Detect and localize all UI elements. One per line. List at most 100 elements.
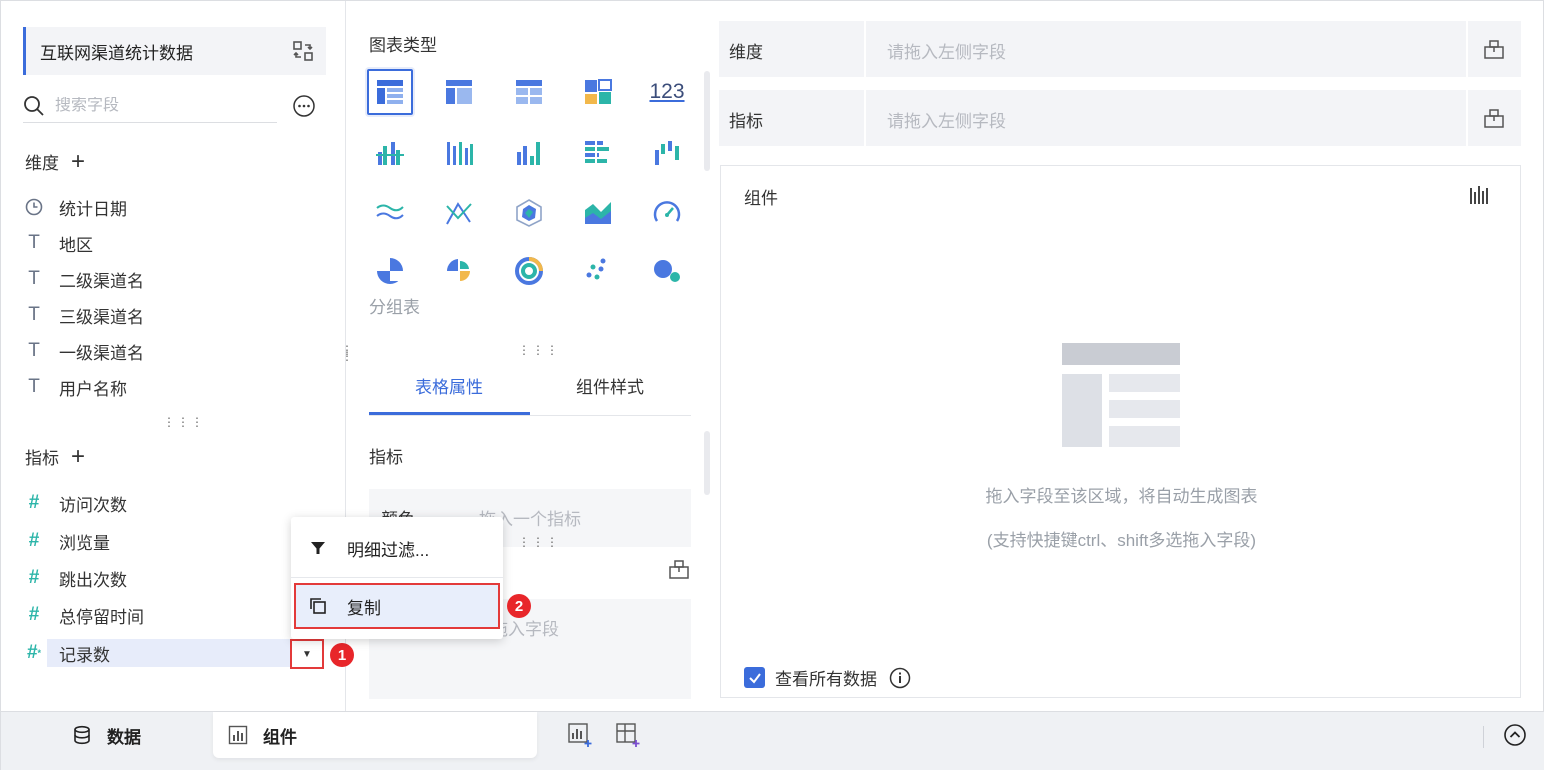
gauge-icon [653,201,681,222]
view-all-data-option: 查看所有数据 [744,665,911,690]
more-options-icon[interactable] [292,94,316,118]
line-chart-icon [376,204,404,220]
hierarchy-icon[interactable] [1483,107,1505,129]
measure-shelf-placeholder: 请拖入左侧字段 [887,112,1006,131]
measure-header-label: 指标 [25,449,59,468]
search-icon [24,95,44,116]
add-measure-button[interactable]: + [71,444,85,469]
chart-type-gauge[interactable] [644,190,690,236]
add-dimension-button[interactable]: + [71,149,85,174]
property-section-title: 指标 [369,448,403,467]
add-component-icon[interactable] [567,722,593,748]
field-label: 记录数 [59,645,110,665]
chart-type-line[interactable] [367,190,413,236]
caret-down-icon: ▼ [302,648,312,660]
hierarchy-icon[interactable] [668,558,690,580]
chart-type-cross-table[interactable] [436,69,482,115]
dimension-field[interactable]: T 三级渠道名 [23,301,144,329]
chart-type-multi-pie[interactable] [506,247,552,293]
text-type-icon: T [28,268,40,289]
active-tab-indicator [369,412,530,415]
menu-item-label: 复制 [347,598,381,618]
chart-type-grouped-table[interactable] [367,69,413,115]
canvas-title: 组件 [744,189,778,208]
tab-data[interactable]: 数据 [71,712,211,758]
field-label: 总停留时间 [59,607,144,627]
tab-table-properties[interactable]: 表格属性 [369,373,529,398]
tab-component[interactable]: 组件 [213,712,537,758]
chart-type-resize-handle[interactable]: ⋮⋮⋮ [518,344,560,356]
chart-type-number-card[interactable]: 123 [644,69,690,115]
field-search [23,89,277,123]
measure-field[interactable]: # 浏览量 [23,527,110,555]
field-label: 统计日期 [59,199,127,219]
measure-field[interactable]: # 总停留时间 [23,601,144,629]
area-chart-icon [585,202,611,224]
grouped-column-icon [376,142,404,165]
text-type-icon: T [28,376,40,397]
grouped-table-icon [377,80,403,104]
chart-type-detail-table[interactable] [506,69,552,115]
menu-divider [291,577,503,578]
chart-type-radar[interactable] [436,190,482,236]
chart-type-donut[interactable] [436,247,482,293]
dataset-selector[interactable]: 互联网渠道统计数据 [23,27,326,75]
chart-type-area[interactable] [575,190,621,236]
view-all-checkbox[interactable] [744,667,765,688]
pie-chart-icon [377,258,403,284]
collapse-up-icon[interactable] [1503,723,1527,747]
property-scrollbar[interactable] [704,431,710,495]
chart-type-dashboard[interactable] [575,69,621,115]
dimension-field[interactable]: T 一级渠道名 [23,337,144,365]
database-icon [71,724,93,746]
multi-layer-pie-icon [515,257,543,285]
field-label: 跳出次数 [59,570,127,590]
component-canvas[interactable]: 组件 拖入字段至该区域，将自动生成图表 (支持快捷键ctrl、shift多选拖入… [720,165,1521,698]
menu-item-detail-filter[interactable]: 明细过滤... [291,525,503,571]
copy-icon [309,597,327,615]
add-dashboard-icon[interactable] [615,722,641,748]
chart-type-stacked-column[interactable] [436,130,482,176]
field-label: 一级渠道名 [59,343,144,363]
step-badge-2: 2 [507,594,531,618]
dimension-field[interactable]: T 地区 [23,229,93,257]
dimension-field[interactable]: T 二级渠道名 [23,265,144,293]
section-resize-handle[interactable]: ⋮⋮⋮ [163,416,205,428]
chart-type-scrollbar[interactable] [704,71,710,171]
field-label: 用户名称 [59,379,127,399]
bi-editor: 互联网渠道统计数据 维度 + [0,0,1544,770]
chart-type-polygon[interactable] [506,190,552,236]
bottom-divider [1483,726,1484,748]
hierarchy-icon[interactable] [1483,38,1505,60]
chart-type-indicator-icon[interactable] [1468,184,1490,206]
cross-table-icon [446,80,472,104]
chart-type-column[interactable] [506,130,552,176]
dimension-field[interactable]: T 用户名称 [23,373,127,401]
tab-component-style[interactable]: 组件样式 [530,373,690,398]
chart-type-scatter[interactable] [575,247,621,293]
field-label: 地区 [59,235,93,255]
dimension-header-label: 维度 [25,154,59,173]
dimension-field[interactable]: 统计日期 [23,193,127,221]
property-resize-handle[interactable]: ⋮⋮⋮ [518,536,560,548]
filter-icon [309,539,327,557]
tab-label: 组件样式 [576,378,644,397]
measure-field[interactable]: # 跳出次数 [23,564,127,592]
empty-sub-hint: (支持快捷键ctrl、shift多选拖入字段) [986,531,1257,550]
measure-field-record-count[interactable]: # * 记录数 [23,639,110,667]
chart-type-bar[interactable] [575,130,621,176]
chart-type-bubble[interactable] [644,247,690,293]
field-label: 三级渠道名 [59,307,144,327]
chart-type-title: 图表类型 [369,36,437,55]
chart-type-waterfall[interactable] [644,130,690,176]
info-icon[interactable] [889,667,911,689]
chart-type-grouped-column[interactable] [367,130,413,176]
field-context-menu: 明细过滤... 复制 [291,517,503,639]
chart-type-pie[interactable] [367,247,413,293]
switch-dataset-icon[interactable] [292,40,314,62]
menu-item-copy[interactable]: 复制 [294,583,500,629]
cross-line-icon [446,202,472,225]
field-dropdown-button[interactable]: ▼ [290,639,324,669]
measure-field[interactable]: # 访问次数 [23,489,127,517]
search-input[interactable] [55,96,255,115]
